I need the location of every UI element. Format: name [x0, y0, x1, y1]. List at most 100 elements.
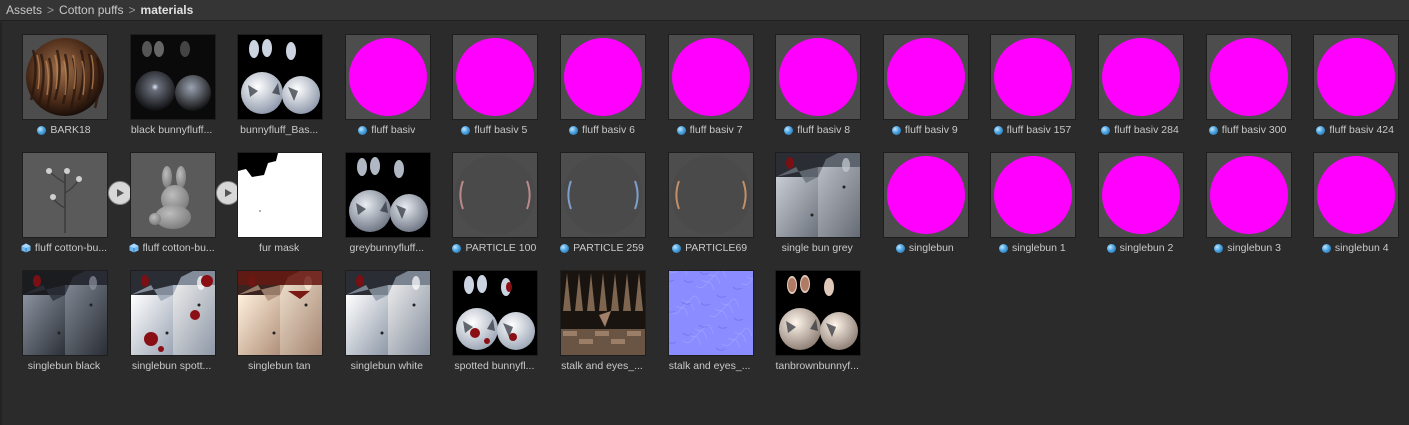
asset-tile[interactable]: fluff basiv 284 [1084, 22, 1188, 136]
asset-thumbnail[interactable] [775, 270, 862, 356]
asset-label: fluff cotton-bu... [4, 241, 124, 255]
asset-label-text: fluff basiv 8 [797, 124, 851, 136]
asset-thumbnail[interactable] [667, 270, 754, 356]
asset-tile[interactable]: PARTICLE 259 [546, 140, 650, 254]
asset-tile[interactable]: stalk and eyes_... [654, 258, 758, 372]
asset-thumbnail[interactable] [452, 270, 539, 356]
material-icon [1214, 243, 1224, 253]
asset-thumbnail[interactable] [1205, 152, 1292, 238]
asset-thumbnail[interactable] [560, 270, 646, 356]
asset-tile[interactable]: stalk and eyes_... [546, 258, 650, 372]
asset-tile[interactable]: bunnyfluff_Bas... [223, 22, 327, 136]
asset-thumbnail[interactable] [452, 152, 539, 238]
asset-tile[interactable]: singlebun [869, 140, 973, 254]
asset-tile[interactable]: PARTICLE69 [654, 140, 758, 254]
asset-thumbnail[interactable] [882, 152, 969, 238]
prefab-icon [129, 243, 139, 253]
asset-tile[interactable]: singlebun 2 [1084, 140, 1188, 254]
asset-tile[interactable]: fluff basiv 157 [976, 22, 1080, 136]
material-icon [672, 243, 682, 253]
asset-tile[interactable]: fluff basiv 9 [869, 22, 973, 136]
asset-tile[interactable]: greybunnyfluff... [331, 140, 435, 254]
asset-tile[interactable]: singlebun spott... [116, 258, 220, 372]
asset-tile[interactable]: fluff basiv 424 [1299, 22, 1403, 136]
asset-thumbnail[interactable] [344, 270, 431, 356]
asset-label-text: BARK18 [50, 124, 91, 136]
asset-thumbnail[interactable] [129, 34, 216, 120]
asset-tile[interactable]: fluff basiv 8 [761, 22, 865, 136]
asset-tile[interactable]: fluff basiv 6 [546, 22, 650, 136]
asset-tile[interactable]: black bunnyfluff... [116, 22, 220, 136]
asset-thumbnail[interactable] [1098, 34, 1184, 120]
asset-thumbnail[interactable] [344, 34, 431, 120]
asset-label: fluff cotton-bu... [112, 241, 232, 255]
asset-thumbnail[interactable] [452, 34, 539, 120]
asset-thumbnail[interactable] [1205, 34, 1292, 120]
asset-label: bunnyfluff_Bas... [219, 123, 339, 137]
asset-label: fluff basiv [327, 123, 447, 137]
asset-label: singlebun [865, 241, 985, 255]
asset-label: fluff basiv 6 [542, 123, 662, 137]
asset-tile[interactable]: spotted bunnyfl... [438, 258, 542, 372]
asset-tile[interactable]: tanbrownbunnyf... [761, 258, 865, 372]
asset-tile[interactable]: BARK18 [8, 22, 112, 136]
asset-tile[interactable]: fluff cotton-bu... [8, 140, 132, 254]
asset-thumbnail[interactable] [22, 152, 108, 238]
asset-thumbnail[interactable] [129, 152, 216, 238]
asset-tile[interactable]: singlebun 4 [1299, 140, 1403, 254]
asset-tile[interactable]: fluff basiv 5 [438, 22, 542, 136]
asset-label: fluff basiv 424 [1295, 123, 1409, 137]
asset-thumbnail[interactable] [1098, 152, 1184, 238]
asset-thumbnail[interactable] [775, 152, 862, 238]
asset-tile[interactable]: fur mask [223, 140, 327, 254]
breadcrumb-assets[interactable]: Assets [6, 3, 42, 17]
asset-label-text: singlebun black [27, 360, 101, 372]
asset-thumbnail[interactable] [1313, 34, 1400, 120]
asset-tile[interactable]: singlebun tan [223, 258, 327, 372]
asset-thumbnail[interactable] [237, 152, 324, 238]
material-icon [37, 125, 47, 135]
asset-tile[interactable]: singlebun black [8, 258, 112, 372]
asset-label-text: fluff basiv 7 [689, 124, 743, 136]
asset-tile[interactable]: single bun grey [761, 140, 865, 254]
asset-label-text: fluff basiv [371, 124, 416, 136]
asset-thumbnail[interactable] [882, 34, 969, 120]
asset-label: fluff basiv 8 [757, 123, 877, 137]
asset-thumbnail[interactable] [990, 34, 1077, 120]
asset-label-text: spotted bunnyfl... [454, 360, 535, 372]
asset-thumbnail[interactable] [344, 152, 431, 238]
prefab-icon [21, 243, 31, 253]
asset-label-text: single bun grey [781, 242, 853, 254]
asset-tile[interactable]: fluff cotton-bu... [116, 140, 240, 254]
asset-thumbnail[interactable] [237, 270, 324, 356]
asset-label: greybunnyfluff... [327, 241, 447, 255]
asset-thumbnail[interactable] [775, 34, 862, 120]
asset-label-text: singlebun spott... [131, 360, 212, 372]
asset-tile[interactable]: fluff basiv [331, 22, 435, 136]
breadcrumb-materials[interactable]: materials [141, 3, 194, 17]
asset-label: BARK18 [4, 123, 124, 137]
asset-label: singlebun 1 [972, 241, 1092, 255]
asset-thumbnail[interactable] [237, 34, 324, 120]
asset-thumbnail[interactable] [990, 152, 1077, 238]
material-icon [1321, 243, 1331, 253]
asset-tile[interactable]: PARTICLE 100 [438, 140, 542, 254]
asset-thumbnail[interactable] [22, 34, 108, 120]
asset-label-text: singlebun 1 [1012, 242, 1066, 254]
asset-thumbnail[interactable] [560, 34, 646, 120]
asset-thumbnail[interactable] [560, 152, 646, 238]
asset-thumbnail[interactable] [667, 152, 754, 238]
asset-thumbnail[interactable] [129, 270, 216, 356]
asset-tile[interactable]: fluff basiv 7 [654, 22, 758, 136]
material-icon [993, 125, 1003, 135]
material-icon [461, 125, 471, 135]
asset-tile[interactable]: fluff basiv 300 [1192, 22, 1296, 136]
asset-tile[interactable]: singlebun white [331, 258, 435, 372]
asset-label: PARTICLE 100 [434, 241, 554, 255]
asset-tile[interactable]: singlebun 1 [976, 140, 1080, 254]
asset-thumbnail[interactable] [1313, 152, 1400, 238]
asset-thumbnail[interactable] [667, 34, 754, 120]
breadcrumb-cotton-puffs[interactable]: Cotton puffs [59, 3, 124, 17]
asset-thumbnail[interactable] [22, 270, 108, 356]
asset-tile[interactable]: singlebun 3 [1192, 140, 1296, 254]
